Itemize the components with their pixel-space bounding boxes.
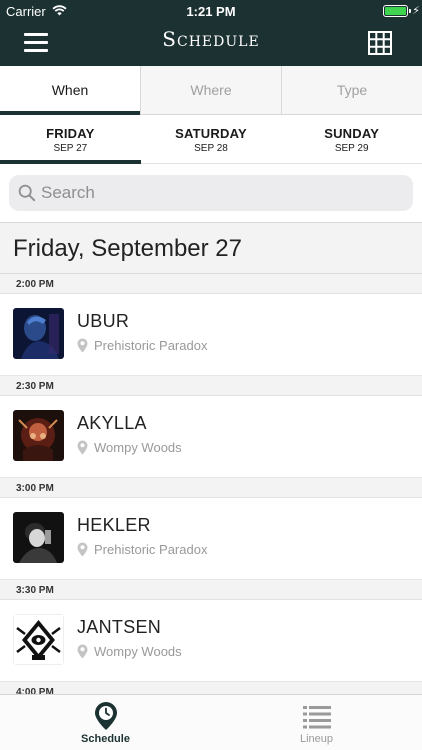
location-pin-icon (77, 338, 88, 358)
tab-type-label: Type (336, 82, 368, 98)
tab-schedule[interactable]: Schedule (0, 695, 211, 750)
grid-icon[interactable] (368, 31, 392, 55)
list-item[interactable]: HEKLER Prehistoric Paradox (0, 498, 422, 580)
artist-photo (13, 512, 64, 563)
location-pin-icon (77, 644, 88, 664)
search-box[interactable] (9, 175, 413, 211)
artist-name: AKYLLA (77, 413, 147, 433)
venue-name: Prehistoric Paradox (94, 338, 208, 353)
artist-photo (13, 308, 64, 359)
list-icon (302, 705, 331, 734)
list-item[interactable]: JANTSEN Wompy Woods (0, 600, 422, 682)
day-section-title: Friday, September 27 (13, 235, 242, 262)
tab-indicator (0, 111, 140, 115)
tab-bar: Schedule Lineup (0, 694, 422, 750)
time-header: 3:30 PM (0, 580, 422, 600)
time-header: 2:30 PM (0, 376, 422, 396)
search-bar (0, 165, 422, 221)
day-tab-sunday[interactable]: SUNDAY SEP 29 (281, 116, 422, 163)
tab-when[interactable]: When (0, 66, 140, 115)
day-tab-saturday[interactable]: SATURDAY SEP 28 (141, 116, 282, 163)
filter-tabs: When Where Type (0, 66, 422, 115)
clock-pin-icon (94, 701, 118, 736)
day-date: SEP 28 (194, 143, 228, 154)
day-selector: FRIDAY SEP 27 SATURDAY SEP 28 SUNDAY SEP… (0, 116, 422, 164)
day-name: SATURDAY (175, 126, 247, 141)
search-icon (18, 184, 36, 207)
tab-lineup-label: Lineup (299, 733, 334, 745)
day-section-header: Friday, September 27 (0, 222, 422, 274)
day-date: SEP 29 (334, 143, 369, 154)
list-item[interactable]: UBUR Prehistoric Paradox (0, 294, 422, 376)
day-indicator (0, 160, 141, 164)
time-header: 3:00 PM (0, 478, 422, 498)
tab-type[interactable]: Type (281, 66, 422, 114)
tab-schedule-label: Schedule (81, 733, 130, 745)
search-input[interactable] (41, 175, 401, 211)
tab-where[interactable]: Where (140, 66, 281, 114)
tab-lineup[interactable]: Lineup (211, 695, 422, 750)
location-pin-icon (77, 440, 88, 460)
artist-name: JANTSEN (77, 617, 162, 637)
battery-icon (383, 5, 408, 17)
artist-name: HEKLER (77, 515, 151, 535)
battery-tip (409, 9, 411, 13)
page-title: Schedule (162, 27, 260, 51)
day-date: SEP 27 (53, 143, 88, 154)
location-pin-icon (77, 542, 88, 562)
day-tab-friday[interactable]: FRIDAY SEP 27 (0, 116, 141, 164)
top-bar: Carrier 1:21 PM ⚡ Schedule (0, 0, 422, 66)
time-header: 2:00 PM (0, 274, 422, 294)
day-name: FRIDAY (46, 126, 95, 141)
time-header: 4:00 PM (0, 682, 422, 694)
status-time: 1:21 PM (186, 4, 236, 19)
artist-photo (13, 410, 64, 461)
tab-when-label: When (51, 82, 89, 98)
day-name: SUNDAY (324, 126, 380, 141)
status-bar: Carrier 1:21 PM ⚡ (0, 0, 422, 22)
artist-logo (13, 614, 64, 665)
artist-name: UBUR (77, 311, 130, 331)
charging-icon: ⚡ (412, 5, 420, 17)
venue-name: Wompy Woods (94, 644, 182, 659)
schedule-list[interactable]: 2:00 PM UBUR Prehistoric Paradox 2:30 PM (0, 274, 422, 694)
tab-where-label: Where (190, 82, 232, 98)
venue-name: Prehistoric Paradox (94, 542, 208, 557)
list-item[interactable]: AKYLLA Wompy Woods (0, 396, 422, 478)
venue-name: Wompy Woods (94, 440, 182, 455)
